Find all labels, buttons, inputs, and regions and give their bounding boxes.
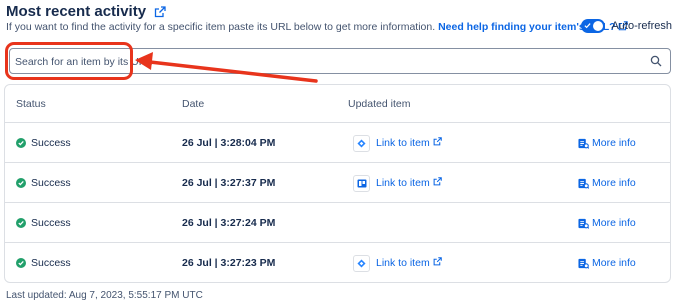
more-info-cell[interactable]: More info <box>578 123 636 163</box>
external-link-icon <box>433 177 442 186</box>
more-info-cell[interactable]: More info <box>578 243 636 282</box>
description-text: If you want to find the activity for a s… <box>6 21 436 33</box>
more-info-link[interactable]: More info <box>592 257 636 269</box>
external-link-icon <box>433 257 442 266</box>
success-check-icon <box>16 138 26 148</box>
status-text: Success <box>31 177 71 189</box>
annotation-highlight-box <box>5 42 133 80</box>
details-icon <box>578 138 589 149</box>
jira-diamond-icon <box>353 134 370 152</box>
external-link-icon <box>433 137 442 146</box>
date-cell: 26 Jul | 3:28:04 PM <box>182 137 276 149</box>
updated-item-cell: Link to item <box>353 243 442 282</box>
external-link-icon[interactable] <box>154 5 166 18</box>
more-info-link[interactable]: More info <box>592 177 636 189</box>
status-cell: Success <box>16 123 71 163</box>
table-row: Success 26 Jul | 3:27:24 PM More info <box>5 203 670 243</box>
item-link[interactable]: Link to item <box>376 137 442 149</box>
auto-refresh-toggle[interactable] <box>581 19 606 33</box>
status-cell: Success <box>16 203 71 243</box>
success-check-icon <box>16 258 26 268</box>
more-info-link[interactable]: More info <box>592 137 636 149</box>
details-icon <box>578 178 589 189</box>
table-header: Status Date Updated item <box>5 85 670 123</box>
success-check-icon <box>16 218 26 228</box>
search-icon[interactable] <box>650 55 662 67</box>
date-cell: 26 Jul | 3:27:37 PM <box>182 177 276 189</box>
details-icon <box>578 258 589 269</box>
table-row: Success 26 Jul | 3:28:04 PM Link to item… <box>5 123 670 163</box>
item-link[interactable]: Link to item <box>376 257 442 269</box>
date-cell: 26 Jul | 3:27:24 PM <box>182 217 276 229</box>
table-row: Success 26 Jul | 3:27:37 PM Link to item… <box>5 163 670 203</box>
activity-table: Status Date Updated item Success 26 Jul … <box>4 84 671 283</box>
jira-diamond-icon <box>353 254 370 272</box>
last-updated-text: Last updated: Aug 7, 2023, 5:55:17 PM UT… <box>6 290 203 301</box>
updated-item-cell: Link to item <box>353 123 442 163</box>
status-cell: Success <box>16 243 71 282</box>
column-header-status: Status <box>16 98 46 110</box>
table-row: Success 26 Jul | 3:27:23 PM Link to item… <box>5 243 670 282</box>
auto-refresh-control: Auto-refresh <box>581 19 672 33</box>
column-header-updated-item: Updated item <box>348 98 411 110</box>
toggle-knob <box>593 21 604 31</box>
page-header: Most recent activity <box>6 3 166 20</box>
details-icon <box>578 218 589 229</box>
page-title: Most recent activity <box>6 3 147 20</box>
more-info-link[interactable]: More info <box>592 217 636 229</box>
board-icon <box>353 174 370 192</box>
auto-refresh-label: Auto-refresh <box>611 20 672 32</box>
date-cell: 26 Jul | 3:27:23 PM <box>182 257 276 269</box>
status-text: Success <box>31 137 71 149</box>
status-cell: Success <box>16 163 71 203</box>
status-text: Success <box>31 257 71 269</box>
status-text: Success <box>31 217 71 229</box>
updated-item-cell: Link to item <box>353 163 442 203</box>
check-icon <box>584 23 592 29</box>
page-description: If you want to find the activity for a s… <box>6 21 628 33</box>
more-info-cell[interactable]: More info <box>578 203 636 243</box>
more-info-cell[interactable]: More info <box>578 163 636 203</box>
success-check-icon <box>16 178 26 188</box>
column-header-date: Date <box>182 98 205 110</box>
item-link[interactable]: Link to item <box>376 177 442 189</box>
